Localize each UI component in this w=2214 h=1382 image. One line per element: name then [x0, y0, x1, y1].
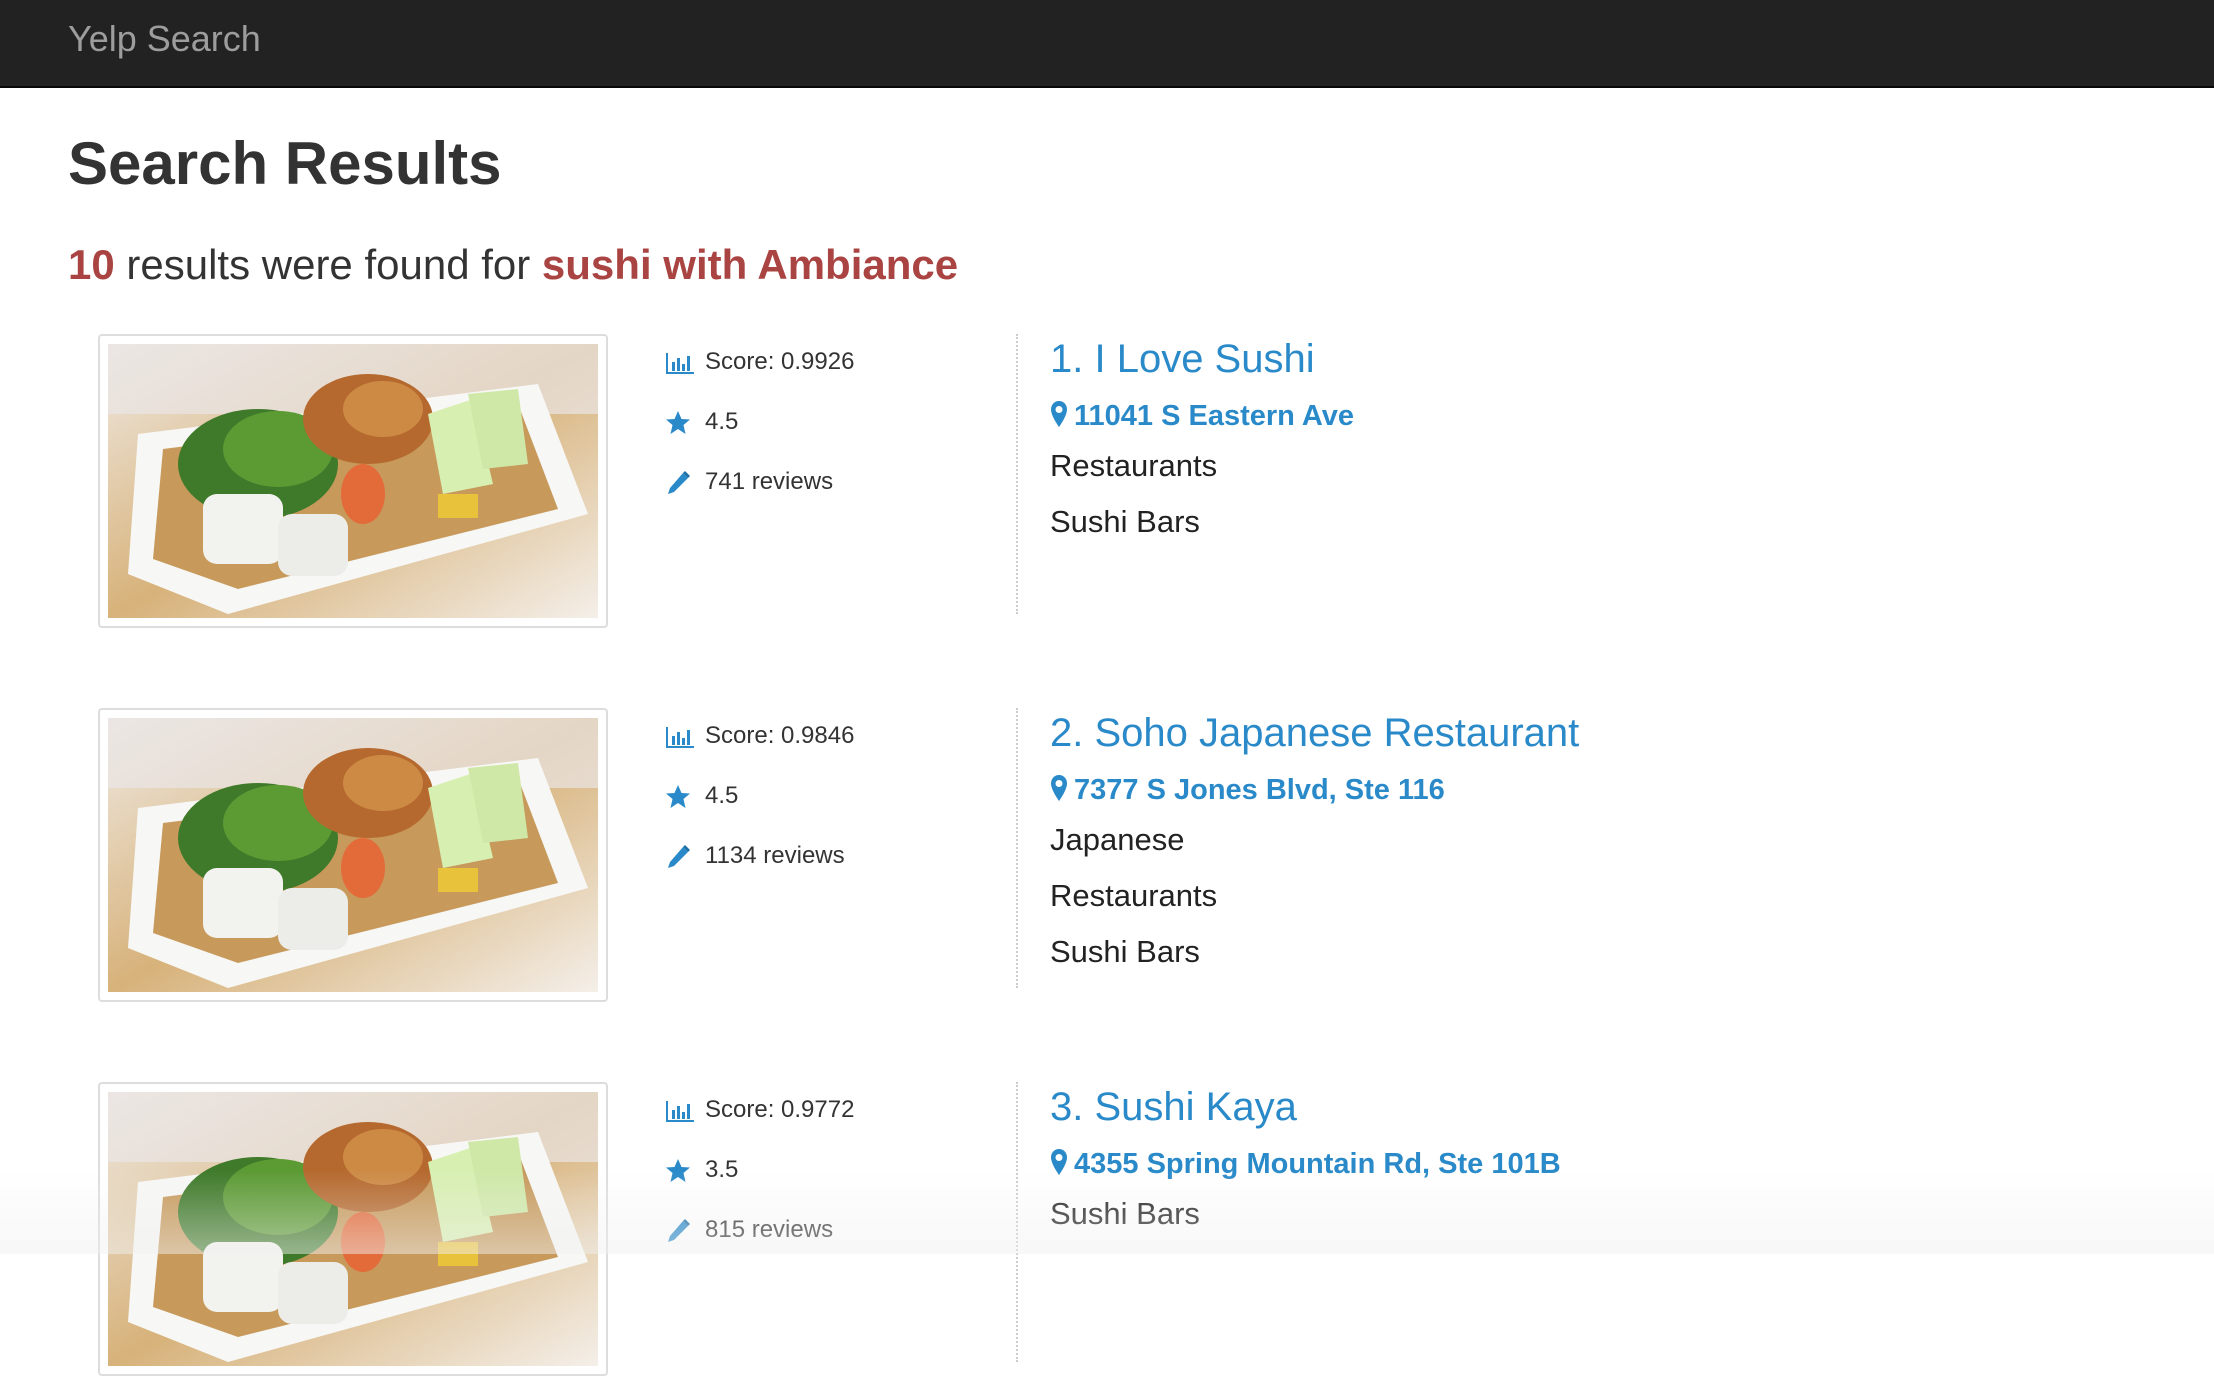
score-stat: Score: 0.9926: [665, 342, 854, 382]
result-thumbnail[interactable]: [98, 334, 608, 628]
map-marker-icon: [1050, 774, 1068, 802]
result-details: 2. Soho Japanese Restaurant 7377 S Jones…: [1016, 708, 2150, 988]
category-label: Japanese: [1050, 822, 1185, 857]
address-text: 11041 S Eastern Ave: [1074, 400, 1354, 432]
business-address-link[interactable]: 11041 S Eastern Ave: [1050, 396, 1354, 436]
sushi-photo: [108, 1092, 598, 1366]
results-summary-text: results were found for: [114, 241, 542, 288]
rating-value: 3.5: [705, 1156, 739, 1183]
reviews-stat: 1134 reviews: [665, 836, 845, 876]
result-details: 1. I Love Sushi 11041 S Eastern Ave Rest…: [1016, 334, 2150, 614]
rating-value: 4.5: [705, 782, 739, 809]
result-details: 3. Sushi Kaya 4355 Spring Mountain Rd, S…: [1016, 1082, 2150, 1362]
results-count: 10: [68, 241, 115, 288]
star-icon: [665, 410, 695, 436]
reviews-stat: 815 reviews: [665, 1210, 833, 1250]
address-text: 4355 Spring Mountain Rd, Ste 101B: [1074, 1148, 1561, 1180]
reviews-count: 741 reviews: [705, 468, 834, 495]
category-label: Restaurants: [1050, 448, 1218, 483]
reviews-count: 815 reviews: [705, 1216, 834, 1243]
sushi-photo: [108, 718, 598, 992]
page-title: Search Results: [68, 130, 502, 197]
map-marker-icon: [1050, 400, 1068, 428]
score-stat: Score: 0.9772: [665, 1090, 854, 1130]
rating-stat: 4.5: [665, 776, 738, 816]
pencil-icon: [665, 1218, 695, 1244]
business-name-link[interactable]: 3. Sushi Kaya: [1050, 1082, 1297, 1132]
results-summary: 10 results were found for sushi with Amb…: [68, 240, 958, 290]
bar-chart-icon: [665, 724, 695, 750]
result-item: Score: 0.9772 3.5 815 reviews 3. Sushi K…: [0, 1082, 2214, 1382]
score-value: Score: 0.9772: [705, 1096, 855, 1123]
result-thumbnail[interactable]: [98, 1082, 608, 1376]
category-label: Sushi Bars: [1050, 504, 1200, 539]
bar-chart-icon: [665, 350, 695, 376]
rating-stat: 3.5: [665, 1150, 738, 1190]
map-marker-icon: [1050, 1148, 1068, 1176]
score-value: Score: 0.9926: [705, 348, 855, 375]
result-item: Score: 0.9926 4.5 741 reviews 1. I Love …: [0, 334, 2214, 634]
business-name-link[interactable]: 2. Soho Japanese Restaurant: [1050, 708, 1579, 758]
result-item: Score: 0.9846 4.5 1134 reviews 2. Soho J…: [0, 708, 2214, 1008]
rating-stat: 4.5: [665, 402, 738, 442]
star-icon: [665, 784, 695, 810]
reviews-count: 1134 reviews: [705, 842, 845, 869]
category-label: Sushi Bars: [1050, 1196, 1200, 1231]
address-text: 7377 S Jones Blvd, Ste 116: [1074, 774, 1445, 806]
category-label: Sushi Bars: [1050, 934, 1200, 969]
business-address-link[interactable]: 7377 S Jones Blvd, Ste 116: [1050, 770, 1445, 810]
sushi-photo: [108, 344, 598, 618]
business-address-link[interactable]: 4355 Spring Mountain Rd, Ste 101B: [1050, 1144, 1561, 1184]
score-value: Score: 0.9846: [705, 722, 855, 749]
reviews-stat: 741 reviews: [665, 462, 833, 502]
brand-link[interactable]: Yelp Search: [68, 18, 261, 60]
business-name-link[interactable]: 1. I Love Sushi: [1050, 334, 1315, 384]
category-label: Restaurants: [1050, 878, 1218, 913]
bar-chart-icon: [665, 1098, 695, 1124]
score-stat: Score: 0.9846: [665, 716, 854, 756]
search-query: sushi with Ambiance: [541, 241, 959, 288]
pencil-icon: [665, 844, 695, 870]
star-icon: [665, 1158, 695, 1184]
result-thumbnail[interactable]: [98, 708, 608, 1002]
navbar: Yelp Search: [0, 0, 2214, 88]
rating-value: 4.5: [705, 408, 739, 435]
pencil-icon: [665, 470, 695, 496]
